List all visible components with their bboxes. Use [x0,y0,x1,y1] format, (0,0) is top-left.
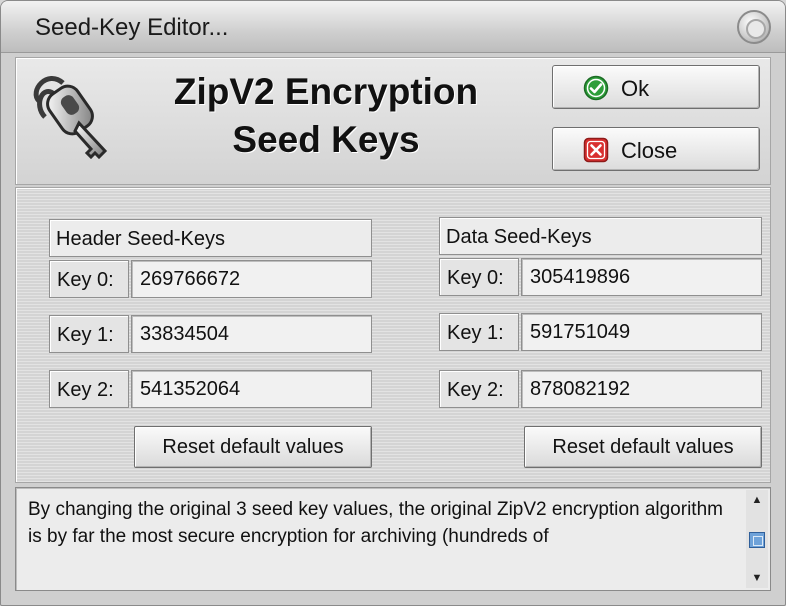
data-reset-defaults-button[interactable]: Reset default values [524,426,762,468]
title-bar[interactable]: Seed-Key Editor... [1,1,785,53]
x-icon [583,137,609,163]
seed-key-editor-window: Seed-Key Editor... ZipV2 Encryption Seed… [0,0,786,606]
header-key-2-input[interactable] [131,370,372,408]
heading-line-2: Seed Keys [232,119,420,160]
header-seed-keys-label: Header Seed-Keys [49,219,372,257]
memo-scrollbar[interactable]: ▲ ▼ [746,490,768,588]
header-key-0-input[interactable] [131,260,372,298]
scroll-down-arrow-icon[interactable]: ▼ [746,568,768,588]
data-key-0-label: Key 0: [439,258,519,296]
header-key-1-label: Key 1: [49,315,129,353]
header-reset-defaults-button[interactable]: Reset default values [134,426,372,468]
key-icon [33,76,108,160]
data-key-1-label: Key 1: [439,313,519,351]
header-key-2-label: Key 2: [49,370,129,408]
heading-line-1: ZipV2 Encryption [173,71,479,112]
description-memo[interactable]: By changing the original 3 seed key valu… [15,487,771,591]
description-text: By changing the original 3 seed key valu… [28,499,723,547]
header-key-0-label: Key 0: [49,260,129,298]
data-key-2-input[interactable] [521,370,762,408]
data-key-1-input[interactable] [521,313,762,351]
close-button-label: Close [621,138,678,163]
header-key-1-input[interactable] [131,315,372,353]
scroll-thumb[interactable] [749,532,765,548]
ok-button[interactable]: Ok [552,65,760,109]
data-seed-keys-label: Data Seed-Keys [439,217,762,255]
window-control-button[interactable] [737,10,771,44]
window-title: Seed-Key Editor... [35,14,229,41]
close-button[interactable]: Close [552,127,760,171]
data-key-2-label: Key 2: [439,370,519,408]
check-icon [583,75,609,101]
data-key-0-input[interactable] [521,258,762,296]
scroll-up-arrow-icon[interactable]: ▲ [746,490,768,510]
ok-button-label: Ok [621,76,650,101]
